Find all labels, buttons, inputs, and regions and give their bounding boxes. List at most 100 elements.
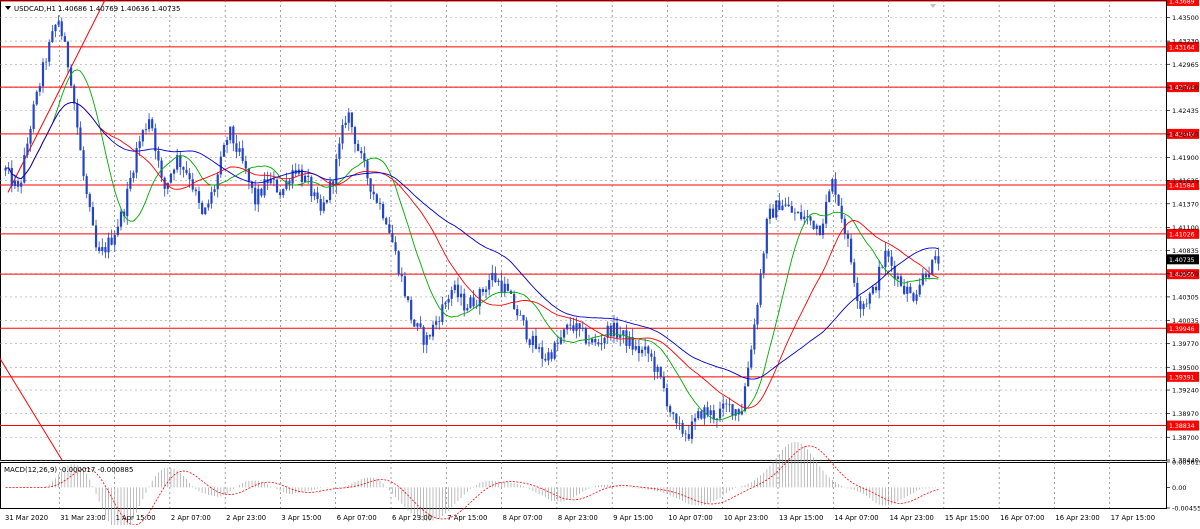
y-tick-label: 1.42435 — [1172, 107, 1199, 115]
candle-body — [887, 250, 890, 257]
candle-body — [884, 250, 887, 268]
candle-body — [803, 216, 806, 220]
candle-body — [310, 176, 313, 197]
candle-body — [566, 324, 569, 330]
candle-body — [737, 409, 740, 415]
candle-body — [544, 358, 547, 361]
candle-body — [54, 24, 57, 32]
candle-body — [172, 169, 176, 174]
candle-body — [809, 216, 812, 221]
candle-body — [781, 205, 784, 211]
candle-body — [101, 247, 104, 252]
candle-body — [615, 322, 619, 338]
candle-body — [753, 324, 756, 350]
x-tick-label: 16 Apr 07:00 — [1000, 514, 1044, 522]
chart-svg[interactable]: 1.436891.431641.427041.421691.415841.410… — [0, 0, 1200, 529]
y-tick-label: 1.41635 — [1172, 177, 1199, 185]
candle-body — [906, 286, 909, 294]
candle-body — [26, 143, 29, 155]
price-level-label: 1.38834 — [1169, 423, 1195, 430]
candle-body — [229, 126, 232, 141]
y-tick-label: 1.42165 — [1172, 131, 1199, 139]
candle-body — [831, 179, 834, 192]
price-level-label: 1.39391 — [1169, 374, 1195, 381]
candle-body — [366, 160, 369, 179]
candle-body — [553, 342, 556, 359]
candle-body — [247, 168, 251, 182]
x-tick-label: 10 Apr 07:00 — [668, 514, 712, 522]
candle-body — [254, 187, 257, 205]
candle-body — [828, 191, 831, 202]
candle-body — [179, 155, 182, 168]
candle-body — [581, 327, 584, 329]
candle-body — [862, 303, 865, 310]
y-tick-label: 1.41370 — [1172, 200, 1199, 208]
candle-body — [778, 200, 781, 211]
candle-body — [506, 283, 509, 291]
candle-body — [690, 421, 694, 439]
candle-body — [400, 274, 403, 277]
candle-body — [712, 410, 715, 420]
candle-body — [463, 293, 466, 311]
x-tick-label: 6 Apr 07:00 — [337, 514, 377, 522]
candle-body — [435, 321, 438, 325]
candle-body — [20, 182, 23, 187]
candle-body — [625, 330, 628, 346]
candle-body — [372, 191, 375, 195]
candle-body — [194, 189, 197, 192]
candle-body — [513, 293, 516, 310]
candle-body — [79, 127, 82, 151]
candle-body — [697, 411, 700, 419]
candle-body — [890, 256, 893, 266]
x-tick-label: 9 Apr 15:00 — [613, 514, 653, 522]
candle-body — [756, 304, 759, 325]
candle-body — [603, 337, 606, 344]
candle-body — [441, 304, 444, 323]
candle-body — [29, 128, 32, 144]
candle-body — [765, 218, 768, 254]
candle-body — [634, 346, 637, 350]
candle-body — [322, 202, 325, 211]
candle-body — [413, 319, 416, 327]
y-tick-label: 1.39240 — [1172, 387, 1199, 395]
candle-body — [57, 21, 60, 25]
candle-body — [665, 388, 669, 407]
candle-body — [469, 297, 472, 309]
macd-tick-label: 0.005619 — [1172, 459, 1200, 467]
candle-body — [141, 130, 144, 142]
candle-body — [747, 367, 750, 387]
candle-body — [279, 192, 282, 196]
y-tick-label: 1.40570 — [1172, 270, 1199, 278]
candle-body — [375, 194, 378, 203]
chart-root: 1.43689 1.43164 1.42704 1.42169 1.41584 1.410… — [0, 0, 1200, 529]
candle-body — [522, 315, 525, 321]
candle-body — [846, 233, 850, 239]
candle-body — [825, 201, 828, 224]
time-axis: 31 Mar 2020 31 Mar 23:00 1 Apr 15:00 2 Apr … — [5, 514, 1155, 522]
candle-body — [350, 112, 353, 128]
candle-body — [591, 339, 594, 343]
candle-body — [937, 256, 940, 264]
candle-body — [316, 192, 319, 200]
main-plot-frame — [0, 0, 1167, 461]
candle-body — [849, 238, 853, 263]
candle-body — [338, 143, 341, 159]
y-tick-label: 1.40835 — [1172, 247, 1199, 255]
candle-body — [431, 324, 435, 337]
candle-body — [51, 31, 54, 43]
candle-body — [403, 276, 407, 297]
candle-body — [35, 91, 38, 105]
candle-body — [307, 175, 310, 177]
candle-body — [868, 293, 871, 304]
candle-body — [419, 323, 422, 327]
x-tick-label: 7 Apr 15:00 — [447, 514, 487, 522]
candle-body — [491, 272, 494, 281]
candle-body — [319, 199, 322, 211]
x-tick-label: 14 Apr 07:00 — [834, 514, 878, 522]
candle-body — [874, 286, 878, 291]
candle-body — [793, 212, 797, 214]
candle-body — [644, 346, 647, 350]
candle-body — [722, 403, 725, 409]
candle-body — [472, 297, 475, 307]
candle-body — [260, 188, 263, 196]
